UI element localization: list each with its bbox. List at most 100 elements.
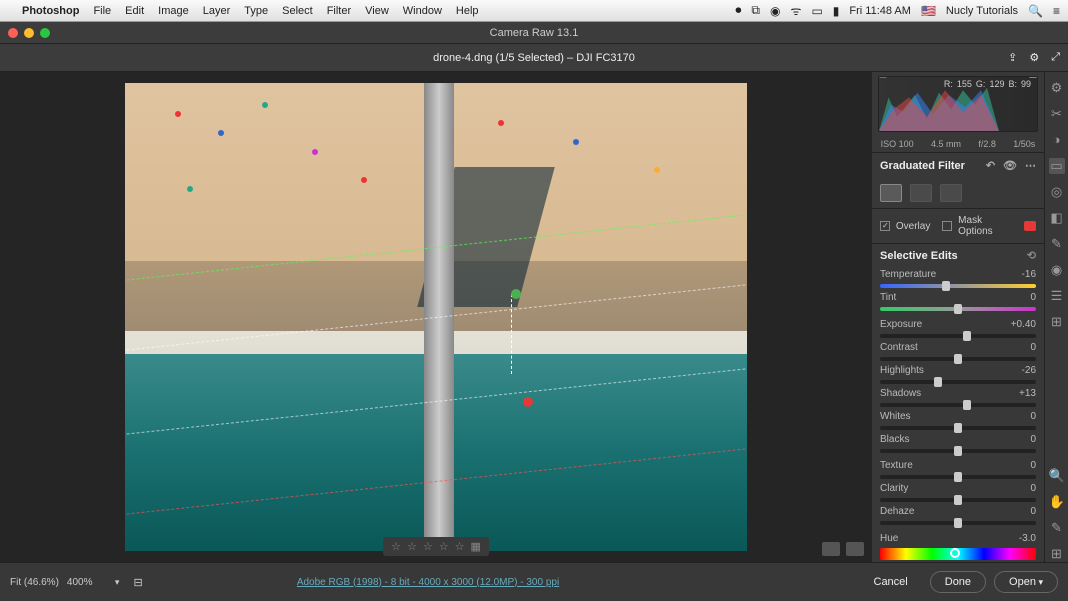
wifi-icon[interactable]: ᯤ: [790, 2, 801, 19]
document-header: drone-4.dng (1/5 Selected) – DJI FC3170 …: [0, 44, 1068, 72]
redeye-icon[interactable]: ◉: [1049, 262, 1065, 278]
temperature-value[interactable]: -16: [1022, 269, 1036, 280]
menu-help[interactable]: Help: [456, 5, 479, 17]
preview-icon[interactable]: 👁: [1003, 159, 1017, 172]
radial-icon[interactable]: ◎: [1049, 184, 1065, 200]
crop-icon[interactable]: ✂: [1049, 106, 1065, 122]
battery-icon[interactable]: ▮: [833, 4, 840, 18]
cc-icon[interactable]: ◉: [770, 4, 780, 18]
screenshot-icon[interactable]: ⧉: [751, 3, 760, 18]
shadows-slider[interactable]: [880, 403, 1036, 407]
zoom-window[interactable]: [40, 28, 50, 38]
minimize-window[interactable]: [24, 28, 34, 38]
clarity-slider[interactable]: [880, 498, 1036, 502]
sampler-icon[interactable]: ✎: [1049, 520, 1065, 536]
mask-checkbox[interactable]: [942, 221, 952, 231]
exposure-slider[interactable]: [880, 334, 1036, 338]
edit-icon[interactable]: ⚙: [1049, 80, 1065, 96]
eraser-tool[interactable]: [940, 184, 962, 202]
mask-color-swatch[interactable]: [1024, 221, 1036, 231]
close-window[interactable]: [8, 28, 18, 38]
overlay-checkbox[interactable]: [880, 221, 890, 231]
gradient-tool[interactable]: [880, 184, 902, 202]
grid-icon[interactable]: ⊞: [1049, 546, 1065, 562]
fullscreen-icon[interactable]: ⤢: [1051, 51, 1060, 64]
menu-filter[interactable]: Filter: [327, 5, 351, 17]
cancel-button[interactable]: Cancel: [860, 572, 922, 592]
texture-value[interactable]: 0: [1030, 460, 1036, 471]
dehaze-slider[interactable]: [880, 521, 1036, 525]
zoom-fit[interactable]: Fit (46.6%): [10, 577, 59, 588]
reject-flag[interactable]: ▦: [470, 540, 480, 553]
star-2[interactable]: ☆: [407, 540, 417, 553]
hue-value[interactable]: -3.0: [1019, 533, 1036, 544]
tint-slider[interactable]: [880, 307, 1036, 311]
texture-slider[interactable]: [880, 475, 1036, 479]
snapshot-icon[interactable]: ☰: [1049, 288, 1065, 304]
flag-icon[interactable]: 🇺🇸: [921, 4, 936, 18]
color-profile-link[interactable]: Adobe RGB (1998) - 8 bit - 4000 x 3000 (…: [297, 577, 559, 588]
hand-icon[interactable]: ✋: [1049, 494, 1065, 510]
display-icon[interactable]: ▭: [811, 4, 822, 18]
highlights-value[interactable]: -26: [1022, 365, 1036, 376]
menu-image[interactable]: Image: [158, 5, 189, 17]
reset-icon[interactable]: ⟲: [1027, 249, 1036, 262]
contrast-value[interactable]: 0: [1030, 342, 1036, 353]
contrast-slider[interactable]: [880, 357, 1036, 361]
menu-edit[interactable]: Edit: [125, 5, 144, 17]
zoom-dropdown-icon[interactable]: ▾: [115, 577, 120, 588]
done-button[interactable]: Done: [930, 571, 986, 593]
gradient-icon[interactable]: ◧: [1049, 210, 1065, 226]
compare-view-icon[interactable]: [846, 542, 864, 556]
filmstrip-icon[interactable]: ⊟: [133, 576, 142, 589]
dehaze-value[interactable]: 0: [1030, 506, 1036, 517]
menu-layer[interactable]: Layer: [203, 5, 231, 17]
selective-edits-header[interactable]: Selective Edits ⟲: [872, 243, 1044, 267]
whites-value[interactable]: 0: [1030, 411, 1036, 422]
histogram[interactable]: R:155 G:129 B:99: [878, 76, 1038, 132]
brush-tool[interactable]: [910, 184, 932, 202]
undo-icon[interactable]: ↶: [986, 159, 995, 172]
share-icon[interactable]: ⇪: [1008, 51, 1017, 64]
star-4[interactable]: ☆: [439, 540, 449, 553]
tint-value[interactable]: 0: [1030, 292, 1036, 303]
more-icon[interactable]: ⋯: [1025, 159, 1036, 172]
highlights-slider[interactable]: [880, 380, 1036, 384]
eye-tool-icon[interactable]: ▭: [1049, 158, 1065, 174]
screenrec-icon[interactable]: ⏺: [735, 3, 741, 18]
star-3[interactable]: ☆: [423, 540, 433, 553]
hue-slider[interactable]: [880, 548, 1036, 560]
spotlight-icon[interactable]: 🔍: [1028, 4, 1043, 18]
clarity-value[interactable]: 0: [1030, 483, 1036, 494]
star-1[interactable]: ☆: [391, 540, 401, 553]
whites-slider[interactable]: [880, 426, 1036, 430]
preset-icon[interactable]: ⊞: [1049, 314, 1065, 330]
single-view-icon[interactable]: [822, 542, 840, 556]
blacks-slider[interactable]: [880, 449, 1036, 453]
heal-icon[interactable]: ◑: [1049, 132, 1065, 148]
exposure-value[interactable]: +0.40: [1011, 319, 1036, 330]
zoom-icon[interactable]: 🔍: [1049, 468, 1065, 484]
blacks-value[interactable]: 0: [1030, 434, 1036, 445]
settings-icon[interactable]: ⚙: [1029, 51, 1039, 64]
temperature-slider[interactable]: [880, 284, 1036, 288]
menu-select[interactable]: Select: [282, 5, 313, 17]
menubar-user[interactable]: Nucly Tutorials: [946, 5, 1018, 17]
image-canvas[interactable]: [125, 83, 747, 551]
shadows-value[interactable]: +13: [1019, 388, 1036, 399]
menu-view[interactable]: View: [365, 5, 389, 17]
star-5[interactable]: ☆: [455, 540, 465, 553]
menubar-clock[interactable]: Fri 11:48 AM: [849, 5, 911, 17]
app-name[interactable]: Photoshop: [22, 5, 79, 17]
brush-icon[interactable]: ✎: [1049, 236, 1065, 252]
menu-type[interactable]: Type: [244, 5, 268, 17]
zoom-input[interactable]: [67, 577, 107, 588]
control-center-icon[interactable]: ≡: [1053, 4, 1060, 18]
menu-file[interactable]: File: [93, 5, 111, 17]
hue-label: Hue: [880, 533, 898, 544]
gradient-start-handle[interactable]: [511, 289, 521, 299]
canvas-area[interactable]: ☆ ☆ ☆ ☆ ☆ ▦: [0, 72, 872, 562]
gradient-end-handle[interactable]: [523, 397, 533, 407]
open-button[interactable]: Open: [994, 571, 1058, 593]
menu-window[interactable]: Window: [403, 5, 442, 17]
